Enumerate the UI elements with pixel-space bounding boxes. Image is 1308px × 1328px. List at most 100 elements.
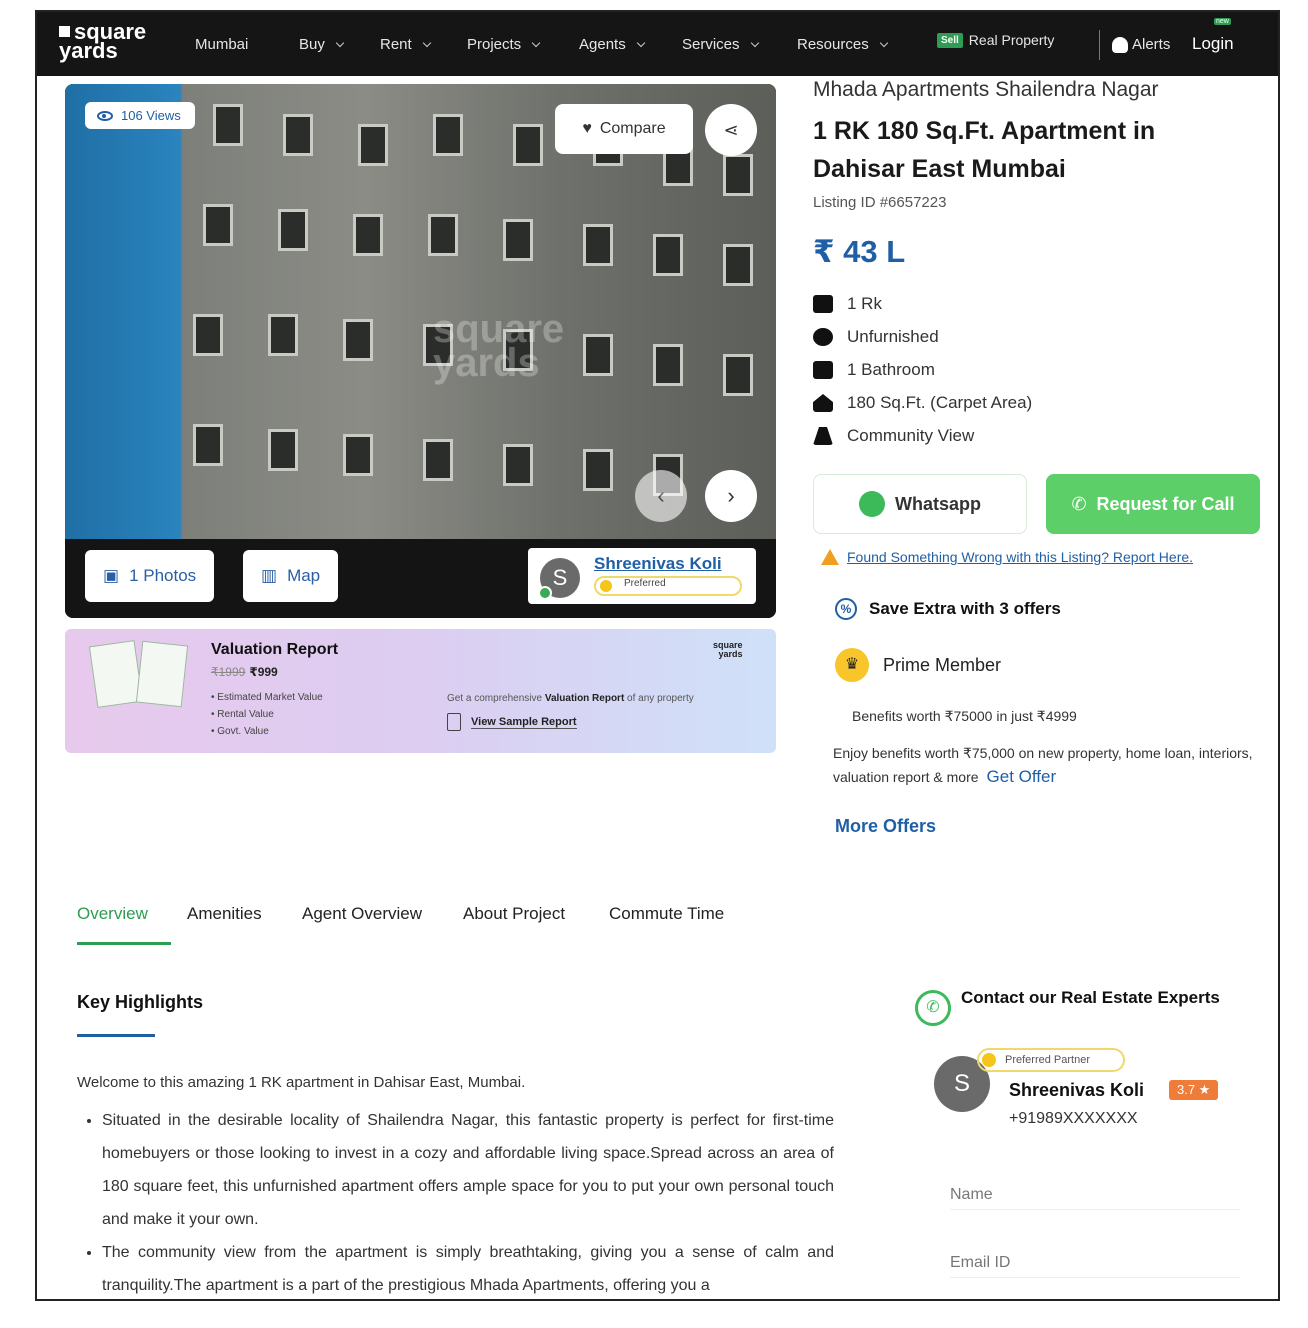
valuation-title: Valuation Report bbox=[211, 641, 339, 658]
listing-id: Listing ID #6657223 bbox=[813, 194, 947, 211]
views-badge: 106 Views bbox=[85, 102, 195, 129]
chevron-down-icon bbox=[422, 38, 431, 48]
chevron-down-icon bbox=[750, 38, 759, 48]
phone-icon: ✆ bbox=[1071, 493, 1087, 514]
chevron-down-icon bbox=[335, 38, 345, 48]
whatsapp-icon bbox=[858, 491, 885, 517]
community-icon bbox=[813, 427, 833, 445]
nav-agents[interactable]: Agents bbox=[579, 36, 645, 53]
valuation-price: ₹1999 ₹999 bbox=[211, 665, 278, 679]
chevron-down-icon bbox=[531, 38, 541, 48]
nav-projects[interactable]: Projects bbox=[467, 36, 541, 53]
valuation-report-banner[interactable]: Valuation Report ₹1999₹999 Estimated Mar… bbox=[65, 629, 776, 753]
name-field[interactable] bbox=[950, 1180, 1240, 1210]
bathtub-icon bbox=[813, 361, 833, 379]
listing-title: 1 RK 180 Sq.Ft. Apartment in Dahisar Eas… bbox=[813, 117, 1156, 183]
whatsapp-button[interactable]: Whatsapp bbox=[813, 474, 1027, 534]
chevron-right-icon: › bbox=[727, 483, 735, 508]
page-frame: square yards Mumbai Buy Rent Projects Ag… bbox=[35, 10, 1280, 1301]
map-icon: ▥ bbox=[261, 566, 278, 585]
online-status-icon bbox=[538, 586, 552, 600]
offers-heading: % Save Extra with 3 offers bbox=[835, 598, 1061, 620]
site-logo[interactable]: square yards bbox=[59, 21, 146, 62]
highlights-intro: Welcome to this amazing 1 RK apartment i… bbox=[77, 1074, 526, 1091]
rating-badge: 3.7 ★ bbox=[1169, 1080, 1219, 1100]
sell-label: Real Property bbox=[968, 32, 1055, 48]
login-button[interactable]: Login bbox=[1192, 34, 1234, 54]
contact-agent-name: Shreenivas Koli bbox=[1009, 1080, 1145, 1100]
feature-bhk: 1 Rk bbox=[813, 294, 882, 314]
share-button[interactable]: ⋖ bbox=[705, 104, 757, 156]
view-sample-report-link[interactable]: View Sample Report bbox=[447, 713, 577, 731]
warning-icon bbox=[821, 549, 839, 565]
prime-description: Enjoy benefits worth ₹75,000 on new prop… bbox=[833, 745, 1253, 786]
key-highlights-title: Key Highlights bbox=[77, 992, 204, 1012]
nav-resources[interactable]: Resources bbox=[797, 36, 888, 53]
bell-icon bbox=[1112, 36, 1128, 53]
tab-overview[interactable]: Overview bbox=[77, 904, 148, 924]
alerts-label: Alerts bbox=[1132, 36, 1171, 53]
views-count: 106 Views bbox=[121, 108, 181, 123]
listing-price: ₹ 43 L bbox=[813, 234, 906, 269]
compare-button[interactable]: ♥ Compare bbox=[555, 104, 693, 154]
photo-watermark: square yards bbox=[433, 307, 565, 385]
agent-name-link[interactable]: Shreenivas Koli bbox=[594, 554, 722, 574]
valuation-logo: square yards bbox=[713, 640, 743, 659]
sofa-icon bbox=[813, 328, 833, 346]
sell-property-link[interactable]: Sell Real Property bbox=[937, 32, 1054, 48]
email-field[interactable] bbox=[950, 1248, 1240, 1278]
contact-phone: +91989XXXXXXX bbox=[1009, 1110, 1138, 1127]
top-navbar: square yards Mumbai Buy Rent Projects Ag… bbox=[37, 12, 1278, 76]
nav-services[interactable]: Services bbox=[682, 36, 759, 53]
chevron-down-icon bbox=[636, 38, 645, 48]
phone-circle-icon: ✆ bbox=[915, 990, 951, 1026]
home-icon bbox=[813, 394, 833, 412]
title-underline bbox=[77, 1034, 155, 1037]
nav-buy[interactable]: Buy bbox=[299, 36, 345, 53]
list-item: The community view from the apartment is… bbox=[102, 1236, 834, 1299]
preferred-partner-badge: Preferred Partner bbox=[977, 1048, 1125, 1072]
feature-bathroom: 1 Bathroom bbox=[813, 360, 935, 380]
contact-title: Contact our Real Estate Experts bbox=[961, 988, 1220, 1007]
get-offer-link[interactable]: Get Offer bbox=[987, 767, 1057, 786]
tab-about-project[interactable]: About Project bbox=[463, 904, 565, 924]
prime-benefits: Benefits worth ₹75000 in just ₹4999 bbox=[852, 708, 1077, 724]
valuation-bullets: Estimated Market Value Rental Value Govt… bbox=[211, 689, 322, 740]
active-tab-indicator bbox=[77, 942, 171, 945]
nav-rent[interactable]: Rent bbox=[380, 36, 431, 53]
sell-badge: Sell bbox=[937, 32, 963, 48]
heart-icon: ♥ bbox=[582, 120, 592, 137]
tab-commute-time[interactable]: Commute Time bbox=[609, 904, 724, 924]
login-new-badge: new bbox=[1214, 18, 1231, 25]
agent-card[interactable]: S Shreenivas Koli Preferred bbox=[528, 548, 756, 604]
discount-icon: % bbox=[835, 598, 857, 620]
report-listing-link[interactable]: Found Something Wrong with this Listing?… bbox=[821, 549, 1193, 565]
map-button[interactable]: ▥ Map bbox=[243, 550, 339, 602]
feature-furnishing: Unfurnished bbox=[813, 327, 939, 347]
more-offers-link[interactable]: More Offers bbox=[835, 816, 936, 837]
photos-icon: ▣ bbox=[103, 566, 120, 585]
report-thumbnail bbox=[135, 640, 189, 708]
report-thumbnail bbox=[88, 640, 144, 708]
property-gallery: square yards 106 Views ♥ Compare ⋖ ‹ › ▣ … bbox=[65, 84, 776, 618]
chevron-left-icon: ‹ bbox=[657, 483, 665, 508]
eye-icon bbox=[97, 110, 113, 121]
alerts-button[interactable]: Alerts bbox=[1112, 36, 1170, 53]
nav-divider bbox=[1099, 30, 1100, 60]
request-call-button[interactable]: ✆ Request for Call bbox=[1046, 474, 1260, 534]
preferred-badge: Preferred bbox=[594, 576, 742, 596]
feature-area: 180 Sq.Ft. (Carpet Area) bbox=[813, 393, 1032, 413]
list-item: Situated in the desirable locality of Sh… bbox=[102, 1104, 834, 1236]
next-photo-button[interactable]: › bbox=[705, 470, 757, 522]
tab-agent-overview[interactable]: Agent Overview bbox=[302, 904, 422, 924]
crown-icon: ♛ bbox=[835, 648, 869, 682]
tab-amenities[interactable]: Amenities bbox=[187, 904, 262, 924]
feature-view: Community View bbox=[813, 426, 974, 446]
chevron-down-icon bbox=[879, 38, 888, 48]
photos-button[interactable]: ▣ 1 Photos bbox=[85, 550, 215, 602]
prime-member-offer: ♛ Prime Member bbox=[835, 648, 1001, 682]
nav-city[interactable]: Mumbai bbox=[195, 36, 248, 53]
share-icon: ⋖ bbox=[723, 119, 739, 140]
prev-photo-button[interactable]: ‹ bbox=[635, 470, 687, 522]
project-name[interactable]: Mhada Apartments Shailendra Nagar bbox=[813, 78, 1159, 102]
